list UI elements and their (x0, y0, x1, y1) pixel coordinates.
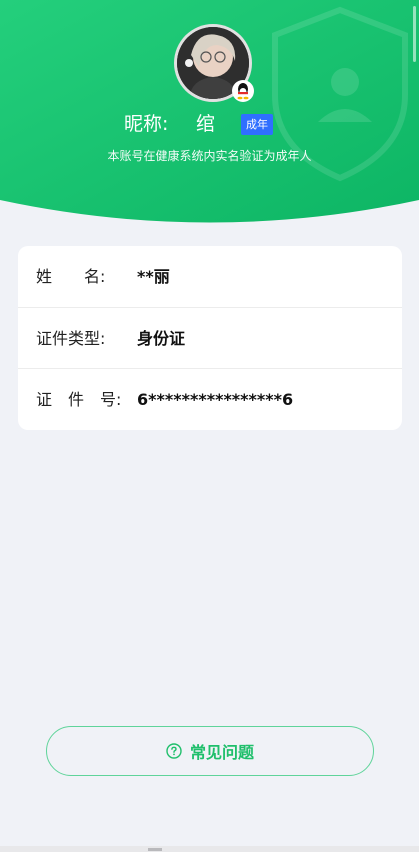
scrollbar[interactable] (413, 6, 416, 62)
identity-row-value: 6****************6 (137, 390, 294, 409)
faq-label: 常见问题 (189, 743, 254, 762)
age-badge: 成年 (241, 114, 273, 135)
question-circle-icon (166, 743, 182, 759)
nickname-value: 绾 (196, 113, 216, 135)
identity-row-value: 身份证 (137, 329, 186, 348)
faq-button[interactable]: 常见问题 (46, 726, 374, 776)
identity-row-label: 姓 名: (36, 267, 106, 286)
header-banner: 昵称: 绾 成年 本账号在健康系统内实名验证为成年人 (0, 0, 419, 225)
identity-row-label: 证件类型: (36, 329, 106, 348)
identity-row-id-type: 证件类型: 身份证 (18, 307, 402, 368)
nickname-label: 昵称: (124, 113, 169, 135)
identity-row-value: **丽 (137, 267, 170, 286)
identity-row-id-number: 证 件 号: 6****************6 (18, 368, 402, 429)
verification-note: 本账号在健康系统内实名验证为成年人 (107, 149, 312, 163)
nickname-row: 昵称: 绾 成年 (0, 110, 419, 140)
identity-row-name: 姓 名: **丽 (18, 246, 402, 307)
identity-card: 姓 名: **丽 证件类型: 身份证 证 件 号: 6*************… (18, 246, 402, 430)
identity-row-label: 证 件 号: (36, 390, 122, 409)
qq-penguin-icon (232, 80, 254, 102)
bottom-edge (0, 846, 419, 852)
